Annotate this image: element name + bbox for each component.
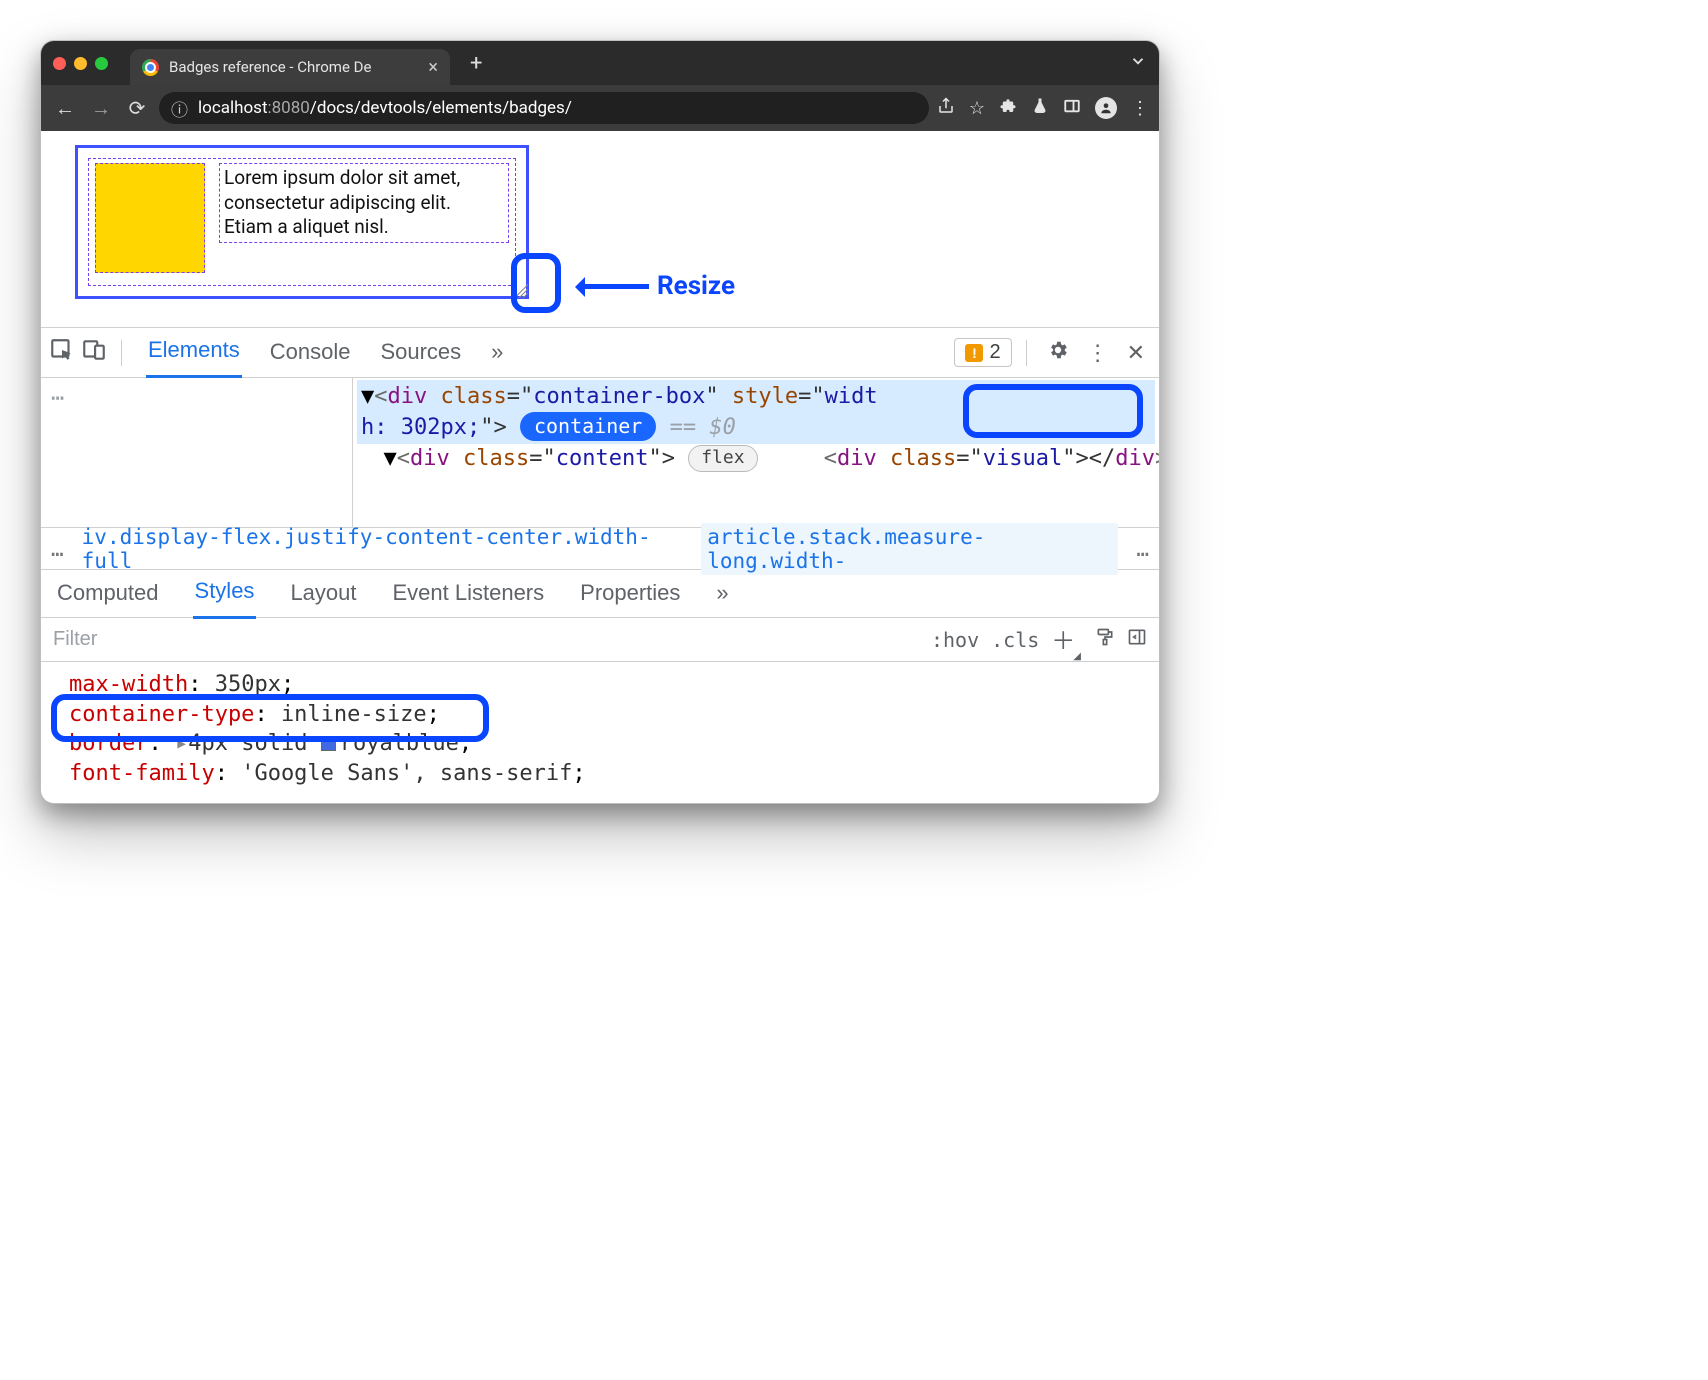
browser-window: Badges reference - Chrome De × + ← → ⟳ ⓘ… — [40, 40, 1160, 804]
toggle-sidebar-icon[interactable] — [1127, 627, 1147, 653]
site-info-icon[interactable]: ⓘ — [171, 96, 188, 121]
window-controls — [53, 57, 108, 70]
minimize-window-icon[interactable] — [74, 57, 87, 70]
tab-list-chevron-icon[interactable] — [1129, 52, 1147, 74]
tab-console[interactable]: Console — [268, 329, 353, 377]
styles-filter-input[interactable]: Filter — [53, 628, 919, 651]
subtab-computed[interactable]: Computed — [55, 570, 161, 618]
crumb-left-ellipsis[interactable]: … — [51, 537, 64, 561]
hov-toggle[interactable]: :hov — [931, 628, 979, 652]
subtab-properties[interactable]: Properties — [578, 570, 682, 618]
paint-format-icon[interactable] — [1095, 627, 1115, 653]
subtab-layout[interactable]: Layout — [288, 570, 358, 618]
styles-rules[interactable]: max-width: 350px; container-type: inline… — [41, 662, 1159, 803]
elements-dom-tree: ⋯ ▼<div class="container-box" style="wid… — [41, 378, 1159, 528]
labs-flask-icon[interactable] — [1031, 97, 1049, 120]
profile-avatar-icon[interactable] — [1095, 97, 1117, 119]
devtools-panel: Elements Console Sources » ! 2 ⋮ ✕ ⋯ ▼<d… — [41, 327, 1159, 803]
nav-reload-button[interactable]: ⟳ — [123, 96, 151, 120]
css-decl-font-family[interactable]: font-family: 'Google Sans', sans-serif; — [69, 759, 1147, 789]
page-viewport: Lorem ipsum dolor sit amet, consectetur … — [41, 131, 1159, 327]
content-flex-wrapper: Lorem ipsum dolor sit amet, consectetur … — [88, 158, 516, 286]
crumb-2[interactable]: article.stack.measure-long.width- — [701, 523, 1118, 575]
titlebar: Badges reference - Chrome De × + — [41, 41, 1159, 85]
more-tabs-icon[interactable]: » — [489, 329, 505, 377]
url-host: localhost — [198, 98, 268, 118]
disclosure-triangle-icon[interactable]: ▼ — [361, 384, 374, 409]
extensions-puzzle-icon[interactable] — [999, 97, 1017, 120]
tab-sources[interactable]: Sources — [378, 329, 463, 377]
bookmark-star-icon[interactable]: ☆ — [969, 98, 985, 119]
devtools-toolbar: Elements Console Sources » ! 2 ⋮ ✕ — [41, 328, 1159, 378]
styles-subpanel-tabs: Computed Styles Layout Event Listeners P… — [41, 570, 1159, 618]
new-tab-button[interactable]: + — [470, 51, 482, 76]
annotation-label: Resize — [657, 271, 735, 301]
nav-back-button[interactable]: ← — [51, 96, 79, 121]
issues-count: 2 — [989, 341, 1000, 364]
annotation-ring-resize — [511, 253, 561, 313]
dom-row-visual[interactable]: <div class="visual"></div> — [771, 446, 1160, 471]
devtools-settings-icon[interactable] — [1041, 339, 1075, 367]
new-style-rule-icon[interactable]: ＋◢ — [1051, 621, 1083, 658]
devtools-close-icon[interactable]: ✕ — [1121, 340, 1151, 366]
browser-tab[interactable]: Badges reference - Chrome De × — [130, 49, 450, 85]
subtab-more-icon[interactable]: » — [714, 570, 730, 618]
cls-toggle[interactable]: .cls — [991, 628, 1039, 652]
maximize-window-icon[interactable] — [95, 57, 108, 70]
url-path: /docs/devtools/elements/badges/ — [310, 98, 572, 118]
container-box-element[interactable]: Lorem ipsum dolor sit amet, consectetur … — [75, 145, 529, 299]
close-tab-icon[interactable]: × — [428, 57, 438, 78]
url-port: :8080 — [268, 98, 310, 118]
subtab-styles[interactable]: Styles — [193, 568, 257, 619]
visual-square — [95, 163, 205, 273]
arrow-icon — [579, 284, 649, 289]
side-panel-icon[interactable] — [1063, 97, 1081, 120]
close-window-icon[interactable] — [53, 57, 66, 70]
annotation-arrow: Resize — [579, 271, 735, 301]
crumb-1[interactable]: iv.display-flex.justify-content-center.w… — [82, 525, 684, 573]
tab-elements[interactable]: Elements — [146, 327, 242, 378]
warning-icon: ! — [965, 344, 983, 362]
styles-filter-row: Filter :hov .cls ＋◢ — [41, 618, 1159, 662]
dom-row-content[interactable]: ▼<div class="content"> flex — [357, 446, 758, 471]
annotation-ring-container-badge — [963, 384, 1143, 438]
nav-forward-button[interactable]: → — [87, 96, 115, 121]
omnibox[interactable]: ⓘ localhost:8080/docs/devtools/elements/… — [159, 92, 929, 124]
dom-left-ellipsis[interactable]: ⋯ — [41, 378, 353, 527]
tab-title: Badges reference - Chrome De — [169, 58, 418, 76]
annotation-ring-container-type — [51, 694, 489, 742]
selected-indicator: == $0 — [670, 415, 736, 440]
crumb-right-ellipsis[interactable]: … — [1136, 537, 1149, 561]
lorem-wrapper: Lorem ipsum dolor sit amet, consectetur … — [219, 163, 509, 243]
address-bar: ← → ⟳ ⓘ localhost:8080/docs/devtools/ele… — [41, 85, 1159, 131]
device-toggle-icon[interactable] — [81, 337, 107, 369]
dom-breadcrumb[interactable]: … iv.display-flex.justify-content-center… — [41, 528, 1159, 570]
chrome-favicon-icon — [142, 59, 159, 76]
flex-badge[interactable]: flex — [688, 445, 757, 471]
subtab-event-listeners[interactable]: Event Listeners — [391, 570, 547, 618]
container-badge[interactable]: container — [520, 412, 656, 441]
inspect-element-icon[interactable] — [49, 337, 75, 369]
lorem-text: Lorem ipsum dolor sit amet, consectetur … — [224, 166, 504, 240]
share-icon[interactable] — [937, 97, 955, 120]
devtools-menu-icon[interactable]: ⋮ — [1081, 340, 1115, 366]
chrome-menu-icon[interactable]: ⋮ — [1131, 98, 1149, 119]
devtools-main-tabs: Elements Console Sources » — [136, 327, 515, 378]
issues-badge[interactable]: ! 2 — [954, 338, 1011, 367]
